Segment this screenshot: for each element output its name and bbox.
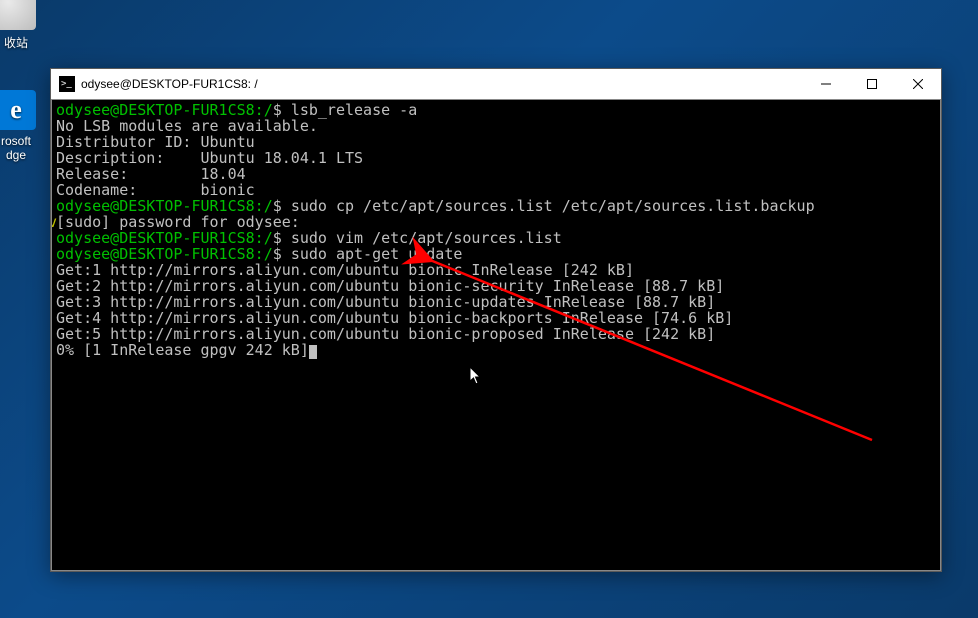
terminal-output: odysee@DESKTOP-FUR1CS8:/$ lsb_release -a… — [52, 100, 940, 361]
terminal-window: odysee@DESKTOP-FUR1CS8: / odysee@DESKTOP… — [50, 68, 942, 572]
close-button[interactable] — [895, 69, 941, 99]
edge-icon[interactable]: e rosoft dge — [0, 90, 52, 162]
close-icon — [913, 79, 923, 89]
margin-v-indicator: v — [51, 214, 57, 230]
window-title: odysee@DESKTOP-FUR1CS8: / — [81, 77, 258, 91]
maximize-button[interactable] — [849, 69, 895, 99]
out-last: 0% [1 InRelease gpgv 242 kB] — [56, 341, 309, 359]
terminal-area[interactable]: odysee@DESKTOP-FUR1CS8:/$ lsb_release -a… — [51, 99, 941, 571]
minimize-button[interactable] — [803, 69, 849, 99]
edge-label: rosoft dge — [0, 134, 52, 162]
terminal-cursor — [309, 345, 317, 359]
mouse-cursor-icon — [470, 367, 482, 385]
cmd-2: sudo cp /etc/apt/sources.list /etc/apt/s… — [291, 197, 815, 215]
minimize-icon — [821, 79, 831, 89]
terminal-app-icon — [59, 76, 75, 92]
recycle-bin-label: 收站 — [0, 34, 52, 51]
edge-glyph: e — [0, 90, 36, 130]
maximize-icon — [867, 79, 877, 89]
recycle-bin-icon[interactable]: 收站 — [0, 0, 52, 51]
titlebar[interactable]: odysee@DESKTOP-FUR1CS8: / — [51, 69, 941, 99]
recycle-bin-glyph — [0, 0, 36, 30]
